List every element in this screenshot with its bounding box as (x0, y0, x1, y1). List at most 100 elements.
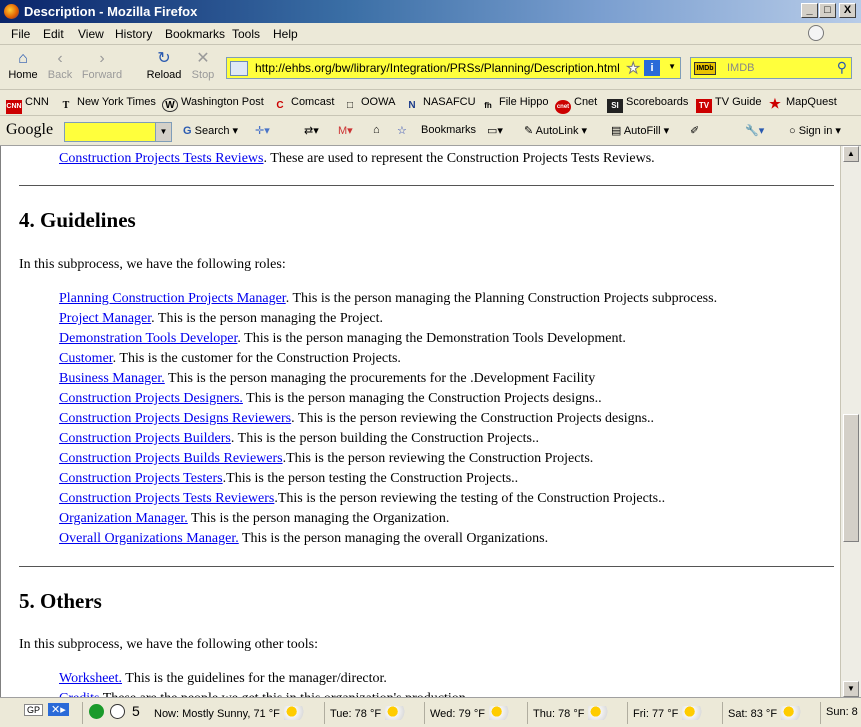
role-link[interactable]: Customer (59, 351, 113, 366)
tests-reviews-link[interactable]: Construction Projects Tests Reviews (59, 151, 263, 166)
role-link[interactable]: Planning Construction Projects Manager (59, 291, 286, 306)
bookmark-comcast[interactable]: C Comcast (272, 96, 334, 113)
menu-file[interactable]: File (11, 27, 30, 41)
gp-icon[interactable]: GP (24, 704, 44, 716)
clock-icon[interactable] (110, 704, 125, 719)
google-logo[interactable]: Google (6, 121, 53, 139)
bookmark-tv-guide[interactable]: TV TV Guide (696, 96, 761, 113)
bookmark-star-icon[interactable]: ★ (626, 59, 640, 78)
url-dropdown-icon[interactable]: ▼ (668, 62, 676, 71)
role-link[interactable]: Construction Projects Designs Reviewers (59, 411, 291, 426)
role-link[interactable]: Demonstration Tools Developer (59, 331, 237, 346)
window-titlebar: Description - Mozilla Firefox _ □ X (0, 0, 861, 23)
stop-button[interactable]: ✕ Stop (181, 49, 225, 87)
partly-sunny-icon (385, 706, 408, 720)
search-engine-icon[interactable]: IMDb (694, 62, 716, 75)
bookmark-washington-post[interactable]: W Washington Post (162, 96, 264, 112)
scrollbar-thumb[interactable] (843, 414, 859, 542)
role-line: Planning Construction Projects Manager. … (59, 291, 717, 307)
menu-view[interactable]: View (78, 27, 104, 41)
weather-day[interactable]: Sat: 83 °F (728, 706, 804, 720)
weather-day[interactable]: Thu: 78 °F (533, 706, 611, 720)
menu-edit[interactable]: Edit (43, 27, 64, 41)
role-description: This is the person managing the procurem… (164, 371, 596, 386)
role-link[interactable]: Business Manager. (59, 371, 165, 386)
google-search-button[interactable]: G Search ▾ (183, 124, 238, 137)
site-identity-icon[interactable] (230, 61, 248, 76)
bookmark-nasafcu[interactable]: N NASAFCU (404, 96, 475, 113)
bookmark-mapquest[interactable]: ★ MapQuest (767, 96, 837, 111)
forward-button[interactable]: › Forward (80, 49, 124, 87)
role-link[interactable]: Construction Projects Builds Reviewers (59, 451, 283, 466)
role-link[interactable]: Overall Organizations Manager. (59, 531, 239, 546)
role-link[interactable]: Organization Manager. (59, 511, 188, 526)
role-line: Construction Projects Builds Reviewers.T… (59, 451, 593, 467)
vertical-scrollbar[interactable]: ▲ ▼ (840, 146, 861, 697)
local-search-icon[interactable]: ⌂ (373, 124, 380, 136)
menu-bookmarks[interactable]: Bookmarks (165, 27, 225, 41)
x-addon-icon[interactable]: ✕▸ (48, 703, 69, 716)
role-description: .This is the person testing the Construc… (222, 471, 519, 486)
partly-sunny-icon (682, 706, 705, 720)
bookmark-scoreboards[interactable]: SI Scoreboards (607, 96, 688, 113)
partly-sunny-icon (781, 706, 804, 720)
info-icon[interactable]: i (644, 60, 660, 76)
weather-day[interactable]: Fri: 77 °F (633, 706, 705, 720)
sign-in-button[interactable]: ○ Sign in ▾ (789, 124, 841, 137)
menu-tools[interactable]: Tools (232, 27, 260, 41)
role-line: Construction Projects Designers. This is… (59, 391, 602, 407)
back-label: Back (47, 69, 73, 81)
bookmark-cnet[interactable]: cnet Cnet (555, 96, 597, 114)
role-link[interactable]: Construction Projects Designers. (59, 391, 243, 406)
role-link[interactable]: Construction Projects Testers (59, 471, 223, 486)
google-toolbar-options-icon[interactable]: ✛▾ (255, 124, 270, 137)
section-intro: In this subprocess, we have the followin… (19, 257, 286, 272)
nasafcu-icon: N (408, 100, 416, 111)
minimize-button[interactable]: _ (801, 3, 818, 18)
role-link[interactable]: Project Manager (59, 311, 151, 326)
scroll-up-arrow-icon[interactable]: ▲ (843, 146, 859, 162)
tool-link[interactable]: Worksheet. (59, 671, 122, 686)
reload-button[interactable]: ↻ Reload (142, 49, 186, 87)
bookmark-cnn[interactable]: CNN CNN (6, 96, 49, 114)
search-bar[interactable]: IMDb IMDB ⚲ (690, 57, 852, 79)
stop-label: Stop (191, 69, 215, 81)
highlight-icon[interactable]: ▭▾ (487, 124, 503, 137)
weather-day[interactable]: Now: Mostly Sunny, 71 °F (154, 706, 306, 720)
back-button[interactable]: ‹ Back (38, 49, 82, 87)
search-placeholder[interactable]: IMDB (727, 62, 755, 74)
weather-day[interactable]: Wed: 79 °F (430, 706, 511, 720)
content-line: Construction Projects Tests Reviews. The… (59, 151, 655, 166)
autolink-button[interactable]: ✎ AutoLink ▾ (524, 124, 587, 137)
google-search-dropdown-icon[interactable]: ▼ (155, 123, 171, 141)
pagerank-icon[interactable]: ⇄▾ (304, 124, 319, 137)
close-button[interactable]: X (839, 3, 856, 18)
maximize-button[interactable]: □ (819, 3, 836, 18)
bookmarks-star-icon[interactable]: ☆ (397, 124, 407, 137)
role-link[interactable]: Construction Projects Tests Reviewers (59, 491, 274, 506)
wrench-icon[interactable]: 🔧▾ (745, 124, 764, 137)
pen-icon[interactable]: ✐ (690, 124, 699, 137)
back-arrow-icon: ‹ (57, 50, 63, 67)
scroll-down-arrow-icon[interactable]: ▼ (843, 681, 859, 697)
url-text[interactable]: http://ehbs.org/bw/library/Integration/P… (255, 61, 620, 75)
role-description: .This is the person reviewing the testin… (274, 491, 666, 506)
bookmark-oowa[interactable]: □ OOWA (342, 96, 395, 113)
bookmark-new-york-times[interactable]: T New York Times (58, 96, 156, 113)
google-toolbar: Google ▼ G Search ▾ ✛▾ ⇄▾ M▾ ⌂ ☆ Bookmar… (0, 116, 861, 146)
autofill-button[interactable]: ▤ AutoFill ▾ (611, 124, 669, 137)
status-green-icon[interactable] (89, 704, 104, 719)
google-search-input[interactable]: ▼ (64, 122, 172, 142)
google-bookmarks-button[interactable]: Bookmarks (421, 124, 476, 136)
role-description: . This is the person building the Constr… (230, 431, 539, 446)
menu-help[interactable]: Help (273, 27, 298, 41)
weather-day[interactable]: Sun: 8 (826, 706, 858, 718)
gmail-icon[interactable]: M▾ (338, 124, 353, 137)
bookmark-file-hippo[interactable]: fh File Hippo (480, 96, 548, 113)
weather-day[interactable]: Tue: 78 °F (330, 706, 408, 720)
menu-history[interactable]: History (115, 27, 152, 41)
throbber-icon (808, 25, 824, 41)
role-link[interactable]: Construction Projects Builders (59, 431, 231, 446)
search-magnifier-icon[interactable]: ⚲ (837, 59, 847, 76)
url-bar[interactable]: http://ehbs.org/bw/library/Integration/P… (226, 57, 681, 79)
